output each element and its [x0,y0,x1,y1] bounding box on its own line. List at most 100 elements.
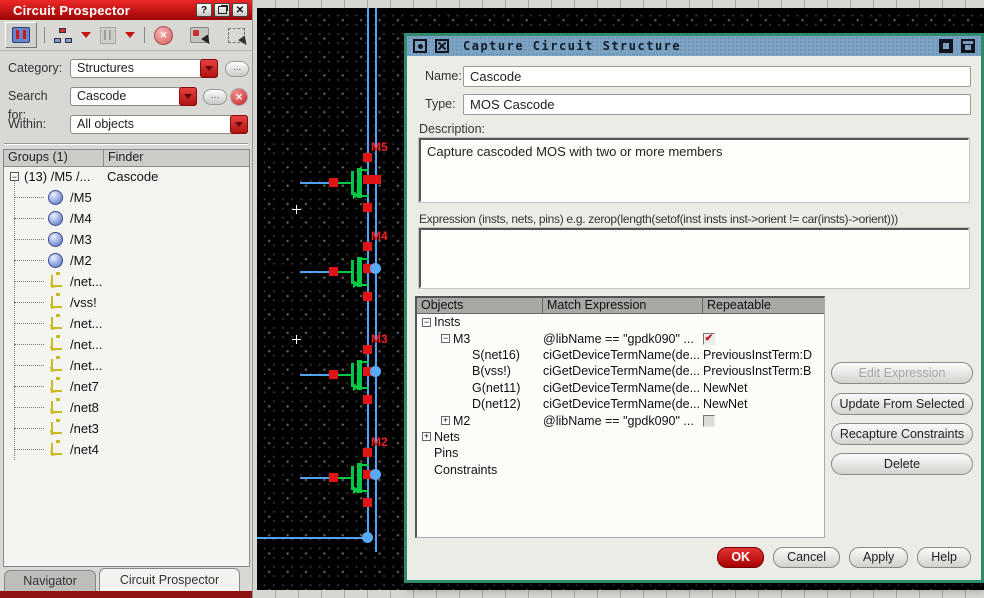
objects-row-d-net12[interactable]: D(net12) ciGetDeviceTermName(de... NewNet [417,396,824,412]
search-for-combobox[interactable]: Cascode [70,87,197,106]
finder-column-header: Finder [108,150,144,164]
within-dropdown-arrow[interactable] [230,115,248,134]
probe-tool-button[interactable] [5,22,37,48]
stop-button[interactable]: ✕ [152,23,175,47]
dialog-titlebar[interactable]: Capture Circuit Structure [407,36,981,56]
search-browse-button[interactable]: ... [203,89,227,105]
checkbox-checked-icon[interactable]: ✔ [703,332,715,345]
tree-item-m2[interactable]: /M2 [4,250,249,271]
ok-button[interactable]: OK [717,547,765,568]
transistor-m3[interactable]: M3 [257,332,389,405]
match-expression-cell: ciGetDeviceTermName(de... [543,397,700,412]
match-expression-cell: ciGetDeviceTermName(de... [543,347,700,362]
tree-item-net[interactable]: /net... [4,355,249,376]
category-browse-button[interactable]: ... [225,61,249,77]
collapse-expander-icon[interactable]: − [10,172,19,182]
tree-connector [14,428,44,429]
tree-item-net4[interactable]: /net4 [4,439,249,460]
close-window-button[interactable]: ✕ [232,3,248,17]
mos-symbol-part [360,169,369,171]
tab-navigator[interactable]: Navigator [4,570,96,591]
tree-item-label: /M2 [70,253,92,268]
description-field[interactable]: Capture cascoded MOS with two or more me… [419,138,969,202]
tree-item-m5[interactable]: /M5 [4,187,249,208]
objects-row-b-vss[interactable]: B(vss!) ciGetDeviceTermName(de... Previous… [417,363,824,379]
tree-item-m4[interactable]: /M4 [4,208,249,229]
pushpin-icon[interactable] [435,39,449,53]
within-combobox[interactable]: All objects [70,115,248,134]
tree-item-label: /net7 [70,379,99,394]
tree-item-net7[interactable]: /net7 [4,376,249,397]
help-button[interactable]: Help [917,547,971,568]
mos-symbol-part [360,258,369,260]
schematic-view-button[interactable] [98,23,118,47]
objects-row-m2[interactable]: + M2 @libName == "gpdk090" ... [417,412,824,428]
cancel-button[interactable]: Cancel [773,547,840,568]
chevron-down-icon [125,32,135,38]
screen: M5 M4 M3 M2 Circuit Prospector ? ✕ ✕ Cat… [0,0,984,598]
tree-item-net[interactable]: /net... [4,271,249,292]
apply-button[interactable]: Apply [849,547,909,568]
help-window-button[interactable]: ? [196,3,212,17]
collapse-expander-icon[interactable]: − [422,317,431,327]
recapture-constraints-button[interactable]: Recapture Constraints [831,423,973,445]
window-titlebar[interactable]: Circuit Prospector ? ✕ [0,0,252,20]
tree-item-label: /M5 [70,190,92,205]
collapse-expander-icon[interactable]: − [441,334,450,344]
shade-icon[interactable] [961,39,975,53]
expand-expander-icon[interactable]: + [441,416,450,426]
object-instance-icon [48,211,63,226]
maximize-icon[interactable] [939,39,953,53]
tree-item-net8[interactable]: /net8 [4,397,249,418]
hierarchy-dropdown-button[interactable] [79,23,93,47]
tree-item-net3[interactable]: /net3 [4,418,249,439]
tree-item-net[interactable]: /net... [4,334,249,355]
expression-label: Expression (insts, nets, pins) e.g. zero… [419,212,898,226]
objects-row-pins[interactable]: Pins [417,445,824,461]
tree-root-item[interactable]: − (13) /M5 /... Cascode [4,166,249,187]
tab-circuit-prospector[interactable]: Circuit Prospector [99,568,240,591]
origin-marker-icon [292,335,301,344]
solder-dot [370,366,381,377]
window-menu-icon[interactable] [413,39,427,53]
category-dropdown-arrow[interactable] [200,59,218,78]
name-field[interactable] [463,66,971,87]
tree-item-vss[interactable]: /vss! [4,292,249,313]
checkbox-unchecked-icon[interactable] [703,414,715,427]
transistor-m4[interactable]: M4 [257,229,389,302]
objects-row-m3[interactable]: − M3 @libName == "gpdk090" ... ✔ [417,330,824,346]
search-dropdown-arrow[interactable] [179,87,197,106]
schematic-dropdown-button[interactable] [123,23,137,47]
net-icon [51,419,62,434]
tree-connector [14,344,44,345]
bottom-wire[interactable] [257,537,369,539]
objects-row-nets[interactable]: + Nets [417,429,824,445]
hierarchy-view-button[interactable] [52,23,74,47]
expand-expander-icon[interactable]: + [422,432,431,442]
tree-item-m3[interactable]: /M3 [4,229,249,250]
update-from-selected-button[interactable]: Update From Selected [831,393,973,415]
category-combobox[interactable]: Structures [70,59,218,78]
net-icon [51,314,62,329]
search-clear-button[interactable]: ✕ [230,88,248,106]
source-pin [363,203,372,212]
transistor-m5[interactable]: M5 [257,140,389,213]
tree-item-net[interactable]: /net... [4,313,249,334]
objects-item-label: D(net12) [472,397,521,412]
solder-dot [362,532,373,543]
select-pointer-button[interactable] [226,23,250,47]
delete-button[interactable]: Delete [831,453,973,475]
objects-row-s-net16[interactable]: S(net16) ciGetDeviceTermName(de... Previou… [417,347,824,363]
drain-pin [363,345,372,354]
tree-connector [14,218,44,219]
transistor-m2[interactable]: M2 [257,435,389,508]
capture-selected-button[interactable] [188,23,213,47]
restore-window-button[interactable] [214,3,230,17]
objects-row-g-net11[interactable]: G(net11) ciGetDeviceTermName(de... NewNet [417,380,824,396]
objects-row-insts[interactable]: − Insts [417,314,824,330]
tree-item-label: /net... [70,274,103,289]
objects-row-constraints[interactable]: Constraints [417,462,824,478]
expression-field[interactable] [419,228,969,288]
probe-tool-icon [12,27,30,43]
type-field[interactable] [463,94,971,115]
